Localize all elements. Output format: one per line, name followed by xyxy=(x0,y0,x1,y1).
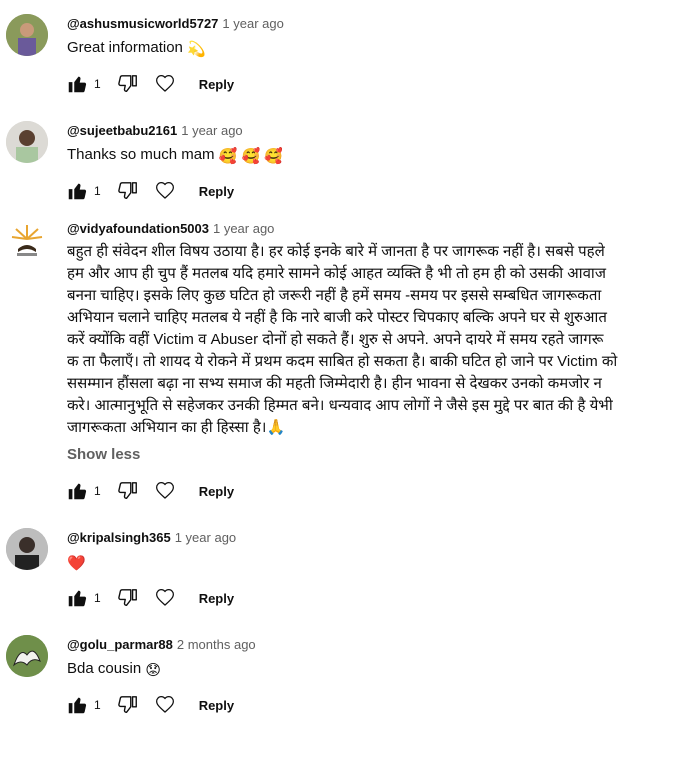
comment-author[interactable]: @golu_parmar88 xyxy=(67,637,173,652)
comment-text: Bda cousin xyxy=(67,660,142,677)
comment-time[interactable]: 2 months ago xyxy=(177,637,256,652)
heart-icon[interactable] xyxy=(155,695,175,715)
reply-button[interactable]: Reply xyxy=(199,698,234,713)
heart-icon[interactable] xyxy=(155,74,175,94)
comment-text-container: Thanks so much mam 🥰 🥰 🥰 xyxy=(67,144,283,168)
comment-text-line: बनना चाहिए। इसके लिए कुछ घटित हो जरूरी न… xyxy=(67,287,602,304)
thumbs-down-icon[interactable] xyxy=(117,694,139,716)
comment-actions: 1 Reply xyxy=(66,72,234,96)
avatar[interactable] xyxy=(6,528,48,570)
comment-text-container: ❤️ xyxy=(67,551,86,575)
thumbs-up-icon[interactable] xyxy=(66,73,88,95)
comment-text-container: Bda cousin 😟 xyxy=(67,658,161,682)
comment-author[interactable]: @vidyafoundation5003 xyxy=(67,221,209,236)
thumbs-up-icon[interactable] xyxy=(66,180,88,202)
like-count: 1 xyxy=(94,77,101,91)
thumbs-up-icon[interactable] xyxy=(66,694,88,716)
thumbs-down-icon[interactable] xyxy=(117,587,139,609)
comment-text: Great information xyxy=(67,39,183,56)
comment-text-line: हम और आप ही चुप हैं मतलब यदि हमारे सामने… xyxy=(67,265,606,282)
comment-text: Thanks so much mam xyxy=(67,146,215,163)
avatar[interactable] xyxy=(6,14,48,56)
comment-emoji: 🥰 🥰 🥰 xyxy=(218,148,284,165)
comment-text-container: Great information 💫 xyxy=(67,37,206,61)
like-count: 1 xyxy=(94,698,101,712)
reply-button[interactable]: Reply xyxy=(199,77,234,92)
thumbs-down-icon[interactable] xyxy=(117,73,139,95)
avatar[interactable] xyxy=(6,121,48,163)
heart-icon[interactable] xyxy=(155,588,175,608)
comment-time[interactable]: 1 year ago xyxy=(222,16,283,31)
avatar[interactable] xyxy=(6,219,48,261)
comment-emoji: 😟 xyxy=(145,662,162,679)
like-count: 1 xyxy=(94,591,101,605)
comment-text-line: ससम्मान हौंसला बढ़ा ना सभ्य समाज की महती… xyxy=(67,375,602,392)
comment-time[interactable]: 1 year ago xyxy=(213,221,274,236)
comment-author[interactable]: @sujeetbabu2161 xyxy=(67,123,177,138)
comment-time[interactable]: 1 year ago xyxy=(181,123,242,138)
reply-button[interactable]: Reply xyxy=(199,591,234,606)
reply-button[interactable]: Reply xyxy=(199,484,234,499)
comment-emoji: ❤️ xyxy=(67,555,86,572)
comment-actions: 1 Reply xyxy=(66,179,234,203)
like-count: 1 xyxy=(94,484,101,498)
reply-button[interactable]: Reply xyxy=(199,184,234,199)
comment-time[interactable]: 1 year ago xyxy=(175,530,236,545)
thumbs-down-icon[interactable] xyxy=(117,180,139,202)
comment-actions: 1 Reply xyxy=(66,479,234,503)
comment-text-line: क ता फैलाएँ। तो शायद ये रोकने में प्रथम … xyxy=(67,353,618,370)
heart-icon[interactable] xyxy=(155,481,175,501)
comment-author[interactable]: @ashusmusicworld5727 xyxy=(67,16,218,31)
heart-icon[interactable] xyxy=(155,181,175,201)
thumbs-down-icon[interactable] xyxy=(117,480,139,502)
show-less-button[interactable]: Show less xyxy=(67,446,140,463)
comment-author[interactable]: @kripalsingh365 xyxy=(67,530,171,545)
comment-text-line: अभियान चलाने चाहिए मतलब ये नहीं है कि ना… xyxy=(67,309,607,326)
thumbs-up-icon[interactable] xyxy=(66,480,88,502)
thumbs-up-icon[interactable] xyxy=(66,587,88,609)
comment-actions: 1 Reply xyxy=(66,693,234,717)
like-count: 1 xyxy=(94,184,101,198)
avatar[interactable] xyxy=(6,635,48,677)
comment-actions: 1 Reply xyxy=(66,586,234,610)
comment-emoji: 💫 xyxy=(187,41,206,58)
comment-text-line: बहुत ही संवेदन शील विषय उठाया है। हर कोई… xyxy=(67,243,605,260)
comment-text-line: करे। आत्मानुभूति से सहेजकर उनकी हिम्मत ब… xyxy=(67,397,613,414)
comment-text: बहुत ही संवेदन शील विषय उठाया है। हर कोई… xyxy=(67,241,667,439)
comment-text-line: जागरूकता अभियान का ही हिस्सा है।🙏 xyxy=(67,419,286,436)
comment-text-line: करें क्योंकि वहीं Victim व Abuser दोनों … xyxy=(67,331,604,348)
